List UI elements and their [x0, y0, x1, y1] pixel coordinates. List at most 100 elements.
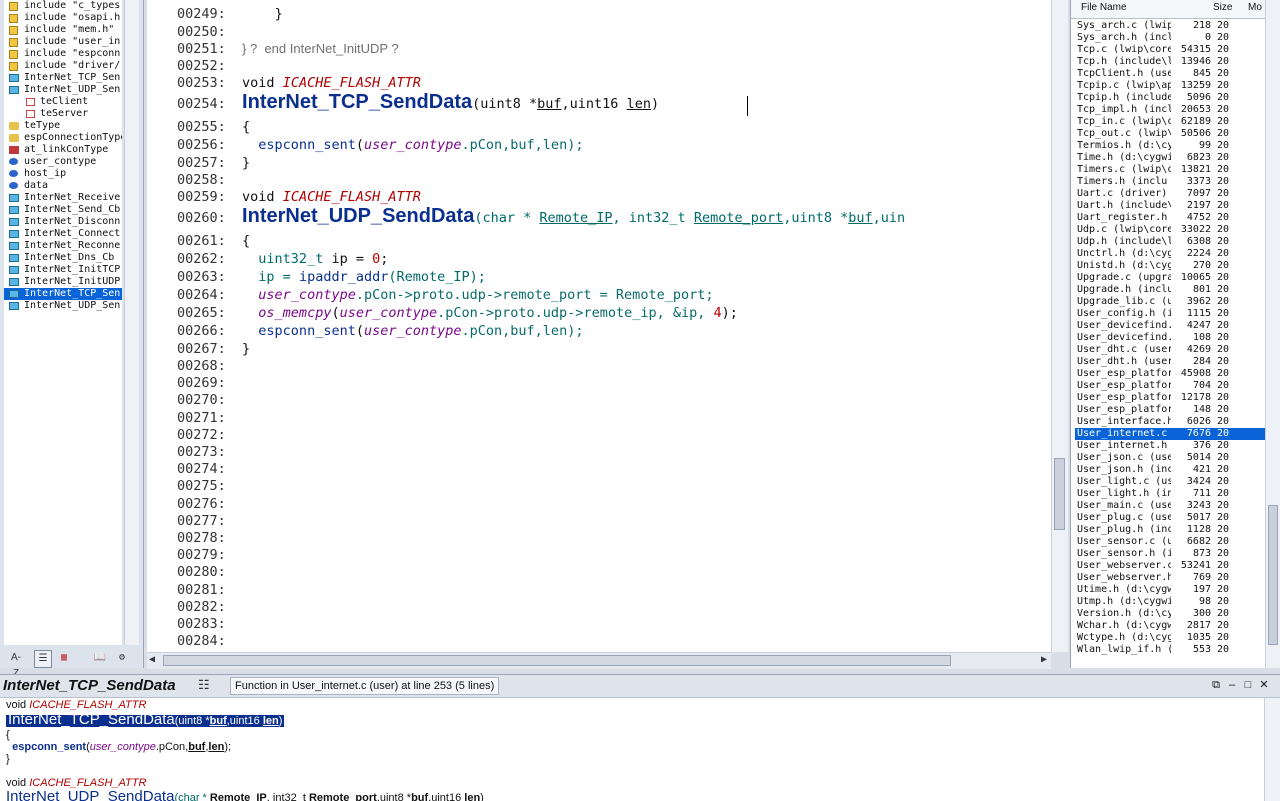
scroll-right-icon[interactable]: ▶ [1041, 654, 1047, 665]
context-scrollbar[interactable] [1264, 698, 1280, 801]
symbol-item[interactable]: InterNet_InitTCP [4, 264, 122, 276]
symbol-item[interactable]: InterNet_Receive [4, 192, 122, 204]
file-row[interactable]: User_webserver.c 53241 20 [1075, 560, 1265, 572]
file-row[interactable]: Tcpip.c (lwip\ap 13259 20 [1075, 80, 1265, 92]
file-row[interactable]: Timers.h (inclu 3373 20 [1075, 176, 1265, 188]
scroll-left-icon[interactable]: ◀ [149, 654, 155, 665]
file-row[interactable]: Version.h (d:\cy 300 20 [1075, 608, 1265, 620]
symbol-item[interactable]: InterNet_UDP_Sen [4, 84, 122, 96]
symbol-item[interactable]: host_ip [4, 168, 122, 180]
symbol-item[interactable]: InterNet_TCP_Sen [4, 288, 122, 300]
file-row[interactable]: Timers.c (lwip\c 13821 20 [1075, 164, 1265, 176]
symbol-item[interactable]: include "osapi.h" [4, 12, 122, 24]
file-row[interactable]: Sys_arch.h (incl 0 20 [1075, 32, 1265, 44]
file-row[interactable]: Tcp.h (include\l 13946 20 [1075, 56, 1265, 68]
column-file-name[interactable]: File Name [1081, 2, 1127, 13]
symbol-item[interactable]: InterNet_Reconne [4, 240, 122, 252]
function-name-tcp[interactable]: InterNet_TCP_SendData [242, 91, 472, 113]
file-row[interactable]: User_json.h (inc 421 20 [1075, 464, 1265, 476]
symbol-item[interactable]: include "espconn [4, 48, 122, 60]
file-row[interactable]: Wchar.h (d:\cygw 2817 20 [1075, 620, 1265, 632]
file-row[interactable]: User_dht.c (user 4269 20 [1075, 344, 1265, 356]
category-view-icon[interactable]: ▦ [56, 650, 72, 666]
sort-az-button[interactable]: A-Z [8, 650, 24, 679]
symbol-item[interactable]: teType [4, 120, 122, 132]
file-row[interactable]: User_esp_platfor 45908 20 [1075, 368, 1265, 380]
symbol-item[interactable]: include "driver/ [4, 60, 122, 72]
file-row[interactable]: Utime.h (d:\cygw 197 20 [1075, 584, 1265, 596]
file-row[interactable]: Unctrl.h (d:\cyg 2224 20 [1075, 248, 1265, 260]
context-options-icon[interactable]: ☷ [198, 678, 210, 693]
file-row[interactable]: User_main.c (use 3243 20 [1075, 500, 1265, 512]
file-row[interactable]: Upgrade.c (upgra 10065 20 [1075, 272, 1265, 284]
file-row[interactable]: Wlan_lwip_if.h (553 20 [1075, 644, 1265, 656]
file-row[interactable]: User_sensor.h (i 873 20 [1075, 548, 1265, 560]
symbol-item[interactable]: espConnectionType [4, 132, 122, 144]
settings-icon[interactable]: ⚙ [114, 650, 130, 666]
symbol-item[interactable]: InterNet_Disconn [4, 216, 122, 228]
float-window-icon[interactable]: ⧉ [1209, 678, 1223, 692]
file-row[interactable]: Upgrade.h (inclu 801 20 [1075, 284, 1265, 296]
file-row[interactable]: Udp.c (lwip\core 33022 20 [1075, 224, 1265, 236]
file-row[interactable]: Uart.h (include\ 2197 20 [1075, 200, 1265, 212]
file-row[interactable]: User_plug.c (use 5017 20 [1075, 512, 1265, 524]
symbol-item[interactable]: InterNet_InitUDP [4, 276, 122, 288]
file-row[interactable]: User_esp_platfor 704 20 [1075, 380, 1265, 392]
file-row[interactable]: User_devicefind. 108 20 [1075, 332, 1265, 344]
file-row[interactable]: User_json.c (use 5014 20 [1075, 452, 1265, 464]
close-icon[interactable]: ✕ [1257, 678, 1271, 692]
editor-vertical-scrollbar[interactable] [1051, 0, 1068, 652]
file-row[interactable]: User_interface.h 6026 20 [1075, 416, 1265, 428]
file-row[interactable]: User_plug.h (inc 1128 20 [1075, 524, 1265, 536]
editor-vertical-scroll-thumb[interactable] [1054, 458, 1065, 530]
file-row[interactable]: User_dht.h (user 284 20 [1075, 356, 1265, 368]
file-row[interactable]: Tcp_out.c (lwip\ 50506 20 [1075, 128, 1265, 140]
symbol-item[interactable]: include "c_types. [4, 0, 122, 12]
file-list-scroll-thumb[interactable] [1268, 505, 1278, 645]
editor-horizontal-scrollbar[interactable]: ◀ ▶ [147, 652, 1051, 669]
function-name-udp[interactable]: InterNet_UDP_SendData [242, 205, 474, 227]
column-size[interactable]: Size [1213, 2, 1232, 13]
symbol-list[interactable]: include "c_types. include "osapi.h" includ… [4, 0, 122, 645]
file-row[interactable]: TcpClient.h (use 845 20 [1075, 68, 1265, 80]
file-row[interactable]: Tcpip.h (include 5096 20 [1075, 92, 1265, 104]
file-row[interactable]: Wctype.h (d:\cyg 1035 20 [1075, 632, 1265, 644]
file-row[interactable]: User_esp_platfor 148 20 [1075, 404, 1265, 416]
column-modified[interactable]: Mo [1248, 2, 1262, 13]
symbol-list-scrollbar[interactable] [124, 0, 139, 645]
context-code[interactable]: void ICACHE_FLASH_ATTR InterNet_TCP_Send… [0, 698, 1264, 801]
file-row[interactable]: Time.h (d:\cygwi 6823 20 [1075, 152, 1265, 164]
editor-horizontal-scroll-thumb[interactable] [163, 655, 951, 666]
file-row[interactable]: Upgrade_lib.c (u 3962 20 [1075, 296, 1265, 308]
file-row[interactable]: User_webserver.h 769 20 [1075, 572, 1265, 584]
symbol-item[interactable]: include "user_in [4, 36, 122, 48]
symbol-item[interactable]: InterNet_Send_Cb [4, 204, 122, 216]
file-rows[interactable]: Sys_arch.c (lwip 218 20 Sys_arch.h (incl 0 20… [1075, 20, 1265, 660]
file-row[interactable]: User_light.h (in 711 20 [1075, 488, 1265, 500]
file-row[interactable]: User_internet.h 376 20 [1075, 440, 1265, 452]
symbol-item[interactable]: data [4, 180, 122, 192]
symbol-item[interactable]: InterNet_TCP_Sen [4, 72, 122, 84]
file-row[interactable]: Sys_arch.c (lwip 218 20 [1075, 20, 1265, 32]
minimize-icon[interactable]: – [1225, 678, 1239, 692]
file-row[interactable]: Unistd.h (d:\cyg 270 20 [1075, 260, 1265, 272]
book-icon[interactable]: 📖 [92, 650, 108, 666]
file-row[interactable]: Utmp.h (d:\cygwi 98 20 [1075, 596, 1265, 608]
symbol-item[interactable]: user_contype [4, 156, 122, 168]
file-row[interactable]: User_internet.c 7676 20 [1075, 428, 1265, 440]
file-row[interactable]: User_esp_platfor 12178 20 [1075, 392, 1265, 404]
symbol-item[interactable]: include "mem.h" [4, 24, 122, 36]
symbol-item[interactable]: teServer [4, 108, 122, 120]
file-row[interactable]: Tcp_in.c (lwip\c 62189 20 [1075, 116, 1265, 128]
maximize-icon[interactable]: □ [1241, 678, 1255, 692]
symbol-item[interactable]: teClient [4, 96, 122, 108]
symbol-item[interactable]: InterNet_Dns_Cb [4, 252, 122, 264]
source-editor[interactable]: 00249: } 00250: 00251: } ? end InterNet_… [147, 0, 1068, 652]
file-row[interactable]: Udp.h (include\l 6308 20 [1075, 236, 1265, 248]
list-view-icon[interactable]: ☰ [34, 650, 52, 668]
file-row[interactable]: Uart_register.h 4752 20 [1075, 212, 1265, 224]
file-row[interactable]: Uart.c (driver) 7097 20 [1075, 188, 1265, 200]
file-row[interactable]: User_devicefind. 4247 20 [1075, 320, 1265, 332]
file-row[interactable]: User_sensor.c (u 6682 20 [1075, 536, 1265, 548]
file-row[interactable]: User_light.c (us 3424 20 [1075, 476, 1265, 488]
